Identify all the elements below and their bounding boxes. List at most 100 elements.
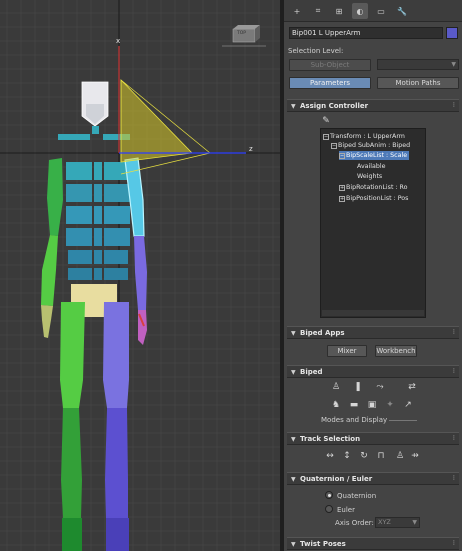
tab-create-icon[interactable]: + [289, 3, 305, 19]
divider [389, 420, 417, 421]
tab-hierarchy-icon[interactable]: ⊞ [331, 3, 347, 19]
axis-order-value: XYZ [378, 518, 391, 526]
workbench-button[interactable]: Workbench [375, 345, 417, 357]
euler-label: Euler [337, 506, 355, 514]
biped-forearm-right [41, 235, 58, 306]
biped-spine-segment [104, 268, 128, 280]
biped-spine-segment [66, 206, 92, 224]
quaternion-radio[interactable] [325, 491, 333, 499]
biped-clavicle-right [58, 134, 90, 140]
tree-item-selected[interactable]: − BipScaleList : Scale [339, 151, 410, 160]
command-panel-tabs: + ⌗ ⊞ ◐ ▭ 🔧 [284, 0, 462, 22]
rollout-grip-icon: ⁞ [452, 539, 455, 547]
motion-flow-icon[interactable]: ⤳ [374, 381, 386, 393]
biped-spine-segment [66, 184, 92, 202]
biped-spine-segment [66, 228, 92, 246]
biped-forearm-left [134, 236, 147, 310]
convert-icon[interactable]: ✦ [384, 399, 396, 411]
tab-utilities-icon[interactable]: 🔧 [394, 3, 410, 19]
rollout-track-selection[interactable]: ▼ Track Selection ⁞ [287, 432, 459, 445]
tree-item[interactable]: − Transform : L UpperArm [323, 132, 405, 141]
rollout-quaternion-euler[interactable]: ▼ Quaternion / Euler ⁞ [287, 472, 459, 485]
viewport[interactable]: x z TOP [0, 0, 280, 551]
biped-thigh-left [103, 302, 129, 408]
body-vertical-icon[interactable]: ↕ [341, 450, 353, 462]
tree-item[interactable]: + BipRotationList : Ro [339, 183, 407, 192]
modes-and-display-expander[interactable]: Modes and Display [321, 416, 387, 424]
biped-spine-segment [68, 268, 92, 280]
axis-order-label: Axis Order: [335, 519, 374, 527]
biped-foot-right [62, 518, 82, 551]
mixer-mode-icon[interactable]: ⇄ [406, 381, 418, 393]
collapse-triangle-icon: ▼ [291, 330, 296, 337]
tab-motion-icon[interactable]: ◐ [352, 3, 368, 19]
axis-label-z: z [249, 145, 253, 153]
figure-mode-icon[interactable]: ♙ [330, 381, 342, 393]
parameters-button[interactable]: Parameters [289, 77, 371, 89]
footstep-mode-icon[interactable]: ❚ [352, 381, 364, 393]
chevron-down-icon: ▼ [451, 61, 456, 68]
tab-modify-icon[interactable]: ⌗ [310, 3, 326, 19]
rollout-title: Assign Controller [300, 102, 369, 110]
object-name-field[interactable]: Bip001 L UpperArm [289, 27, 443, 39]
rollout-grip-icon: ⁞ [452, 101, 455, 109]
rollout-grip-icon: ⁞ [452, 367, 455, 375]
biped-torso [66, 162, 130, 280]
axis-label-x: x [116, 37, 121, 45]
axis-order-dropdown[interactable]: XYZ ▼ [375, 517, 420, 528]
euler-radio[interactable] [325, 505, 333, 513]
rollout-grip-icon: ⁞ [452, 328, 455, 336]
biped-calf-left [105, 408, 128, 518]
collapse-triangle-icon: ▼ [291, 369, 296, 376]
biped-spine-segment [104, 206, 130, 224]
biped-spine-segment [104, 184, 130, 202]
tab-display-icon[interactable]: ▭ [373, 3, 389, 19]
biped-spine-segment [94, 162, 102, 180]
biped-calf-right [61, 408, 82, 518]
light-cone [120, 79, 193, 163]
assign-controller-icon[interactable]: ✎ [320, 115, 332, 127]
biped-playback-icon[interactable]: ♞ [330, 399, 342, 411]
collapse-triangle-icon: ▼ [291, 436, 296, 443]
rollout-assign-controller[interactable]: ▼ Assign Controller ⁞ [287, 99, 459, 112]
tree-item[interactable]: Weights [357, 172, 382, 181]
biped-neck [92, 126, 99, 134]
lock-com-icon[interactable]: ⊓ [375, 450, 387, 462]
rollout-biped-apps[interactable]: ▼ Biped Apps ⁞ [287, 326, 459, 339]
biped-upperarm-right [47, 158, 63, 236]
sub-object-dropdown[interactable]: ▼ [377, 59, 459, 70]
tree-item[interactable]: − Biped SubAnim : Biped [331, 141, 410, 150]
biped-hand-right [41, 305, 53, 338]
sub-object-button[interactable]: Sub-Object [289, 59, 371, 71]
load-file-icon[interactable]: ▬ [348, 399, 360, 411]
body-horizontal-icon[interactable]: ↔ [324, 450, 336, 462]
biped-spine-segment [104, 250, 128, 264]
body-rotation-icon[interactable]: ↻ [358, 450, 370, 462]
rollout-title: Biped Apps [300, 329, 345, 337]
biped-spine-segment [66, 162, 92, 180]
viewport-canvas[interactable] [0, 0, 280, 551]
collapse-triangle-icon: ▼ [291, 103, 296, 110]
biped-spine-segment [94, 206, 102, 224]
rollout-twist-poses[interactable]: ▼ Twist Poses ⁞ [287, 537, 459, 550]
opposite-icon[interactable]: ⇸ [409, 450, 421, 462]
object-color-swatch[interactable] [446, 27, 458, 39]
mixer-button[interactable]: Mixer [327, 345, 367, 357]
rollout-title: Quaternion / Euler [300, 475, 373, 483]
biped-spine-segment [68, 250, 92, 264]
collapse-triangle-icon: ▼ [291, 541, 296, 548]
tree-item[interactable]: + BipPositionList : Pos [339, 194, 408, 203]
biped-foot-left [106, 518, 129, 551]
tree-item[interactable]: Available [357, 162, 386, 171]
rollout-biped[interactable]: ▼ Biped ⁞ [287, 365, 459, 378]
symmetrical-icon[interactable]: ♙ [394, 450, 406, 462]
tree-horizontal-scrollbar[interactable] [322, 310, 424, 316]
collapse-triangle-icon: ▼ [291, 476, 296, 483]
rollout-grip-icon: ⁞ [452, 434, 455, 442]
selection-level-label: Selection Level: [288, 47, 344, 55]
chevron-down-icon: ▼ [412, 519, 417, 526]
controller-tree[interactable]: − Transform : L UpperArm − Biped SubAnim :… [320, 128, 426, 318]
move-all-mode-icon[interactable]: ↗ [402, 399, 414, 411]
motion-paths-button[interactable]: Motion Paths [377, 77, 459, 89]
save-file-icon[interactable]: ▣ [366, 399, 378, 411]
